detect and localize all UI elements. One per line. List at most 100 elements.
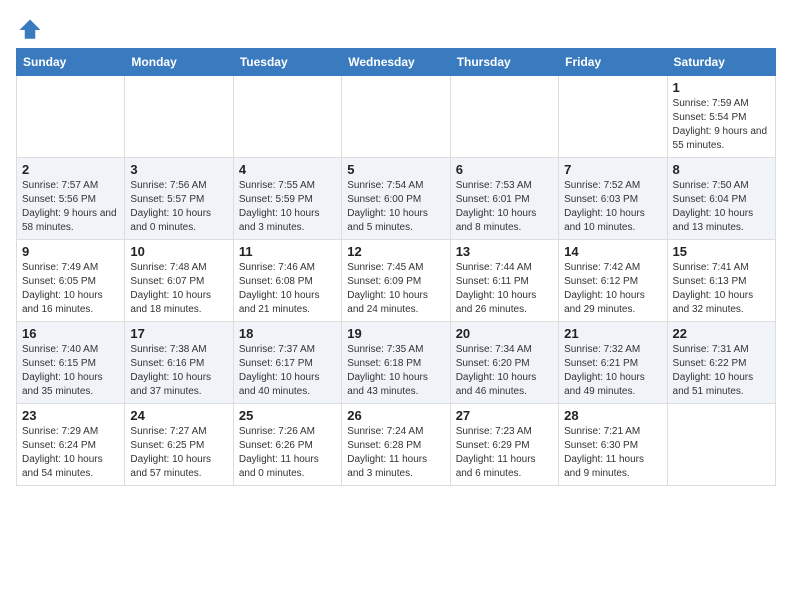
day-number: 16 xyxy=(22,326,119,341)
day-number: 22 xyxy=(673,326,770,341)
calendar-week-row: 23 Sunrise: 7:29 AM Sunset: 6:24 PM Dayli… xyxy=(17,404,776,486)
calendar-day-cell: 15 Sunrise: 7:41 AM Sunset: 6:13 PM Dayli… xyxy=(667,240,775,322)
day-of-week-header: Monday xyxy=(125,49,233,76)
calendar-day-cell: 26 Sunrise: 7:24 AM Sunset: 6:28 PM Dayli… xyxy=(342,404,450,486)
calendar-header-row: SundayMondayTuesdayWednesdayThursdayFrid… xyxy=(17,49,776,76)
day-number: 12 xyxy=(347,244,444,259)
day-info: Sunrise: 7:57 AM Sunset: 5:56 PM Dayligh… xyxy=(22,179,119,235)
day-info: Sunrise: 7:41 AM Sunset: 6:13 PM Dayligh… xyxy=(673,261,770,317)
calendar-day-cell: 21Sunrise: 7:32 AM Sunset: 6:21 PM Dayli… xyxy=(559,322,667,404)
day-number: 13 xyxy=(456,244,553,259)
page-header xyxy=(16,16,776,44)
calendar-day-cell: 5 Sunrise: 7:54 AM Sunset: 6:00 PM Daylig… xyxy=(342,158,450,240)
calendar-week-row: 16 Sunrise: 7:40 AM Sunset: 6:15 PM Dayli… xyxy=(17,322,776,404)
calendar-day-cell: 2 Sunrise: 7:57 AM Sunset: 5:56 PM Daylig… xyxy=(17,158,125,240)
day-number: 7 xyxy=(564,162,661,177)
calendar-day-cell: 14 Sunrise: 7:42 AM Sunset: 6:12 PM Dayli… xyxy=(559,240,667,322)
day-info: Sunrise: 7:35 AM Sunset: 6:18 PM Dayligh… xyxy=(347,343,444,399)
day-info: Sunrise: 7:26 AM Sunset: 6:26 PM Dayligh… xyxy=(239,425,336,481)
day-number: 2 xyxy=(22,162,119,177)
day-info: Sunrise: 7:31 AM Sunset: 6:22 PM Dayligh… xyxy=(673,343,770,399)
calendar-day-cell xyxy=(233,76,341,158)
calendar-day-cell xyxy=(17,76,125,158)
day-info: Sunrise: 7:27 AM Sunset: 6:25 PM Dayligh… xyxy=(130,425,227,481)
day-number: 1 xyxy=(673,80,770,95)
calendar-day-cell: 25 Sunrise: 7:26 AM Sunset: 6:26 PM Dayli… xyxy=(233,404,341,486)
day-of-week-header: Friday xyxy=(559,49,667,76)
calendar-day-cell: 8Sunrise: 7:50 AM Sunset: 6:04 PM Daylig… xyxy=(667,158,775,240)
calendar-day-cell: 12 Sunrise: 7:45 AM Sunset: 6:09 PM Dayli… xyxy=(342,240,450,322)
calendar-day-cell: 10 Sunrise: 7:48 AM Sunset: 6:07 PM Dayli… xyxy=(125,240,233,322)
day-info: Sunrise: 7:59 AM Sunset: 5:54 PM Dayligh… xyxy=(673,97,770,153)
calendar-week-row: 1 Sunrise: 7:59 AM Sunset: 5:54 PM Daylig… xyxy=(17,76,776,158)
day-number: 21 xyxy=(564,326,661,341)
day-info: Sunrise: 7:56 AM Sunset: 5:57 PM Dayligh… xyxy=(130,179,227,235)
day-info: Sunrise: 7:54 AM Sunset: 6:00 PM Dayligh… xyxy=(347,179,444,235)
calendar-day-cell: 3 Sunrise: 7:56 AM Sunset: 5:57 PM Daylig… xyxy=(125,158,233,240)
day-info: Sunrise: 7:53 AM Sunset: 6:01 PM Dayligh… xyxy=(456,179,553,235)
day-info: Sunrise: 7:46 AM Sunset: 6:08 PM Dayligh… xyxy=(239,261,336,317)
day-info: Sunrise: 7:48 AM Sunset: 6:07 PM Dayligh… xyxy=(130,261,227,317)
day-number: 19 xyxy=(347,326,444,341)
calendar-day-cell: 16 Sunrise: 7:40 AM Sunset: 6:15 PM Dayli… xyxy=(17,322,125,404)
calendar-day-cell: 9Sunrise: 7:49 AM Sunset: 6:05 PM Daylig… xyxy=(17,240,125,322)
day-number: 3 xyxy=(130,162,227,177)
calendar-day-cell: 20 Sunrise: 7:34 AM Sunset: 6:20 PM Dayli… xyxy=(450,322,558,404)
day-number: 4 xyxy=(239,162,336,177)
day-of-week-header: Sunday xyxy=(17,49,125,76)
calendar-day-cell: 22 Sunrise: 7:31 AM Sunset: 6:22 PM Dayli… xyxy=(667,322,775,404)
calendar-day-cell: 18Sunrise: 7:37 AM Sunset: 6:17 PM Dayli… xyxy=(233,322,341,404)
calendar-week-row: 2 Sunrise: 7:57 AM Sunset: 5:56 PM Daylig… xyxy=(17,158,776,240)
day-of-week-header: Saturday xyxy=(667,49,775,76)
day-of-week-header: Wednesday xyxy=(342,49,450,76)
day-number: 27 xyxy=(456,408,553,423)
day-info: Sunrise: 7:23 AM Sunset: 6:29 PM Dayligh… xyxy=(456,425,553,481)
calendar-day-cell: 13 Sunrise: 7:44 AM Sunset: 6:11 PM Dayli… xyxy=(450,240,558,322)
calendar-day-cell: 4 Sunrise: 7:55 AM Sunset: 5:59 PM Daylig… xyxy=(233,158,341,240)
calendar-day-cell xyxy=(667,404,775,486)
calendar-day-cell xyxy=(125,76,233,158)
day-number: 10 xyxy=(130,244,227,259)
calendar-day-cell: 11 Sunrise: 7:46 AM Sunset: 6:08 PM Dayli… xyxy=(233,240,341,322)
day-info: Sunrise: 7:40 AM Sunset: 6:15 PM Dayligh… xyxy=(22,343,119,399)
day-info: Sunrise: 7:44 AM Sunset: 6:11 PM Dayligh… xyxy=(456,261,553,317)
day-info: Sunrise: 7:21 AM Sunset: 6:30 PM Dayligh… xyxy=(564,425,661,481)
calendar-day-cell: 23 Sunrise: 7:29 AM Sunset: 6:24 PM Dayli… xyxy=(17,404,125,486)
calendar-day-cell xyxy=(559,76,667,158)
calendar-day-cell: 1 Sunrise: 7:59 AM Sunset: 5:54 PM Daylig… xyxy=(667,76,775,158)
day-info: Sunrise: 7:34 AM Sunset: 6:20 PM Dayligh… xyxy=(456,343,553,399)
day-number: 23 xyxy=(22,408,119,423)
logo xyxy=(16,16,48,44)
day-info: Sunrise: 7:49 AM Sunset: 6:05 PM Dayligh… xyxy=(22,261,119,317)
day-number: 25 xyxy=(239,408,336,423)
day-number: 15 xyxy=(673,244,770,259)
day-number: 11 xyxy=(239,244,336,259)
calendar-day-cell: 24 Sunrise: 7:27 AM Sunset: 6:25 PM Dayli… xyxy=(125,404,233,486)
calendar-day-cell: 7Sunrise: 7:52 AM Sunset: 6:03 PM Daylig… xyxy=(559,158,667,240)
day-of-week-header: Thursday xyxy=(450,49,558,76)
day-number: 24 xyxy=(130,408,227,423)
day-info: Sunrise: 7:37 AM Sunset: 6:17 PM Dayligh… xyxy=(239,343,336,399)
calendar-day-cell: 27 Sunrise: 7:23 AM Sunset: 6:29 PM Dayli… xyxy=(450,404,558,486)
day-info: Sunrise: 7:45 AM Sunset: 6:09 PM Dayligh… xyxy=(347,261,444,317)
calendar-day-cell: 19 Sunrise: 7:35 AM Sunset: 6:18 PM Dayli… xyxy=(342,322,450,404)
day-number: 6 xyxy=(456,162,553,177)
logo-icon xyxy=(16,16,44,44)
day-info: Sunrise: 7:24 AM Sunset: 6:28 PM Dayligh… xyxy=(347,425,444,481)
day-info: Sunrise: 7:42 AM Sunset: 6:12 PM Dayligh… xyxy=(564,261,661,317)
day-of-week-header: Tuesday xyxy=(233,49,341,76)
day-info: Sunrise: 7:29 AM Sunset: 6:24 PM Dayligh… xyxy=(22,425,119,481)
calendar-table: SundayMondayTuesdayWednesdayThursdayFrid… xyxy=(16,48,776,486)
day-number: 26 xyxy=(347,408,444,423)
calendar-week-row: 9Sunrise: 7:49 AM Sunset: 6:05 PM Daylig… xyxy=(17,240,776,322)
day-number: 14 xyxy=(564,244,661,259)
calendar-day-cell xyxy=(342,76,450,158)
calendar-day-cell: 17Sunrise: 7:38 AM Sunset: 6:16 PM Dayli… xyxy=(125,322,233,404)
calendar-day-cell: 6 Sunrise: 7:53 AM Sunset: 6:01 PM Daylig… xyxy=(450,158,558,240)
day-info: Sunrise: 7:55 AM Sunset: 5:59 PM Dayligh… xyxy=(239,179,336,235)
calendar-day-cell: 28Sunrise: 7:21 AM Sunset: 6:30 PM Dayli… xyxy=(559,404,667,486)
day-info: Sunrise: 7:50 AM Sunset: 6:04 PM Dayligh… xyxy=(673,179,770,235)
day-number: 5 xyxy=(347,162,444,177)
day-number: 20 xyxy=(456,326,553,341)
calendar-day-cell xyxy=(450,76,558,158)
